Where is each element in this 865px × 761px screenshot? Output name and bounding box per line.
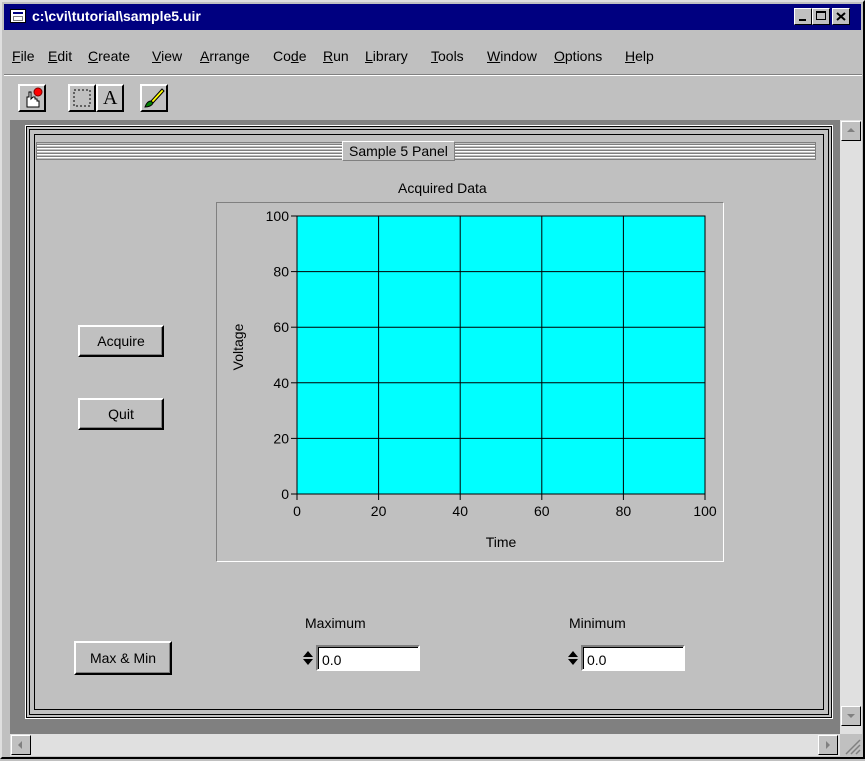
up-down-arrows-icon[interactable] (302, 649, 314, 667)
minimum-field[interactable]: 0.0 (581, 645, 685, 671)
graph-title: Acquired Data (398, 180, 487, 196)
scroll-left-button[interactable] (11, 735, 31, 755)
menu-help[interactable]: Help (625, 48, 654, 64)
panel-title: Sample 5 Panel (342, 141, 455, 161)
menu-bar: File Edit Create View Arrange Code Run L… (4, 42, 864, 66)
arrow-left-icon (18, 741, 22, 749)
vertical-scrollbar[interactable] (840, 120, 862, 734)
quit-button[interactable]: Quit (78, 398, 164, 430)
app-window: c:\cvi\tutorial\sample5.uir File Edit Cr… (0, 0, 865, 759)
minimum-control: 0.0 (567, 645, 687, 671)
arrow-up-icon (847, 128, 855, 132)
menu-arrange[interactable]: Arrange (200, 48, 250, 64)
color-tool-button[interactable] (140, 84, 168, 112)
minimize-icon (799, 19, 806, 21)
acquire-button[interactable]: Acquire (78, 325, 164, 357)
maximize-button[interactable] (812, 8, 830, 25)
maximum-control: 0.0 (302, 645, 422, 671)
menu-code[interactable]: Code (273, 48, 307, 64)
operate-icon (26, 87, 43, 108)
maximum-field[interactable]: 0.0 (316, 645, 420, 671)
graph-frame (216, 202, 724, 562)
arrow-right-icon (826, 741, 830, 749)
scroll-right-button[interactable] (818, 735, 838, 755)
menu-window[interactable]: Window (487, 48, 537, 64)
text-icon: A (103, 87, 118, 109)
menu-tools[interactable]: Tools (431, 48, 464, 64)
minimum-label: Minimum (569, 615, 626, 631)
menu-options[interactable]: Options (554, 48, 602, 64)
menu-view[interactable]: View (152, 48, 182, 64)
close-button[interactable] (832, 8, 850, 25)
select-tool-button[interactable] (68, 84, 96, 112)
color-icon (144, 88, 165, 108)
maximum-label: Maximum (305, 615, 366, 631)
toolbar-divider-highlight (4, 75, 862, 76)
operate-tool-button[interactable] (18, 84, 46, 112)
up-down-arrows-icon[interactable] (567, 649, 579, 667)
title-bar[interactable]: c:\cvi\tutorial\sample5.uir (4, 4, 861, 30)
resize-grip-icon[interactable] (842, 736, 862, 756)
minimize-button[interactable] (794, 8, 812, 25)
menu-file[interactable]: File (12, 48, 35, 64)
app-icon[interactable] (10, 9, 26, 23)
max-min-button[interactable]: Max & Min (74, 641, 172, 675)
select-icon (73, 89, 91, 107)
close-icon (836, 12, 846, 21)
menu-library[interactable]: Library (365, 48, 408, 64)
menu-run[interactable]: Run (323, 48, 349, 64)
scroll-down-button[interactable] (841, 706, 861, 726)
arrow-down-icon (847, 714, 855, 718)
maximize-icon (816, 11, 826, 20)
window-title: c:\cvi\tutorial\sample5.uir (32, 8, 201, 24)
text-tool-button[interactable]: A (96, 84, 124, 112)
menu-edit[interactable]: Edit (48, 48, 72, 64)
menu-create[interactable]: Create (88, 48, 130, 64)
scroll-up-button[interactable] (841, 121, 861, 141)
horizontal-scrollbar[interactable] (10, 734, 840, 756)
